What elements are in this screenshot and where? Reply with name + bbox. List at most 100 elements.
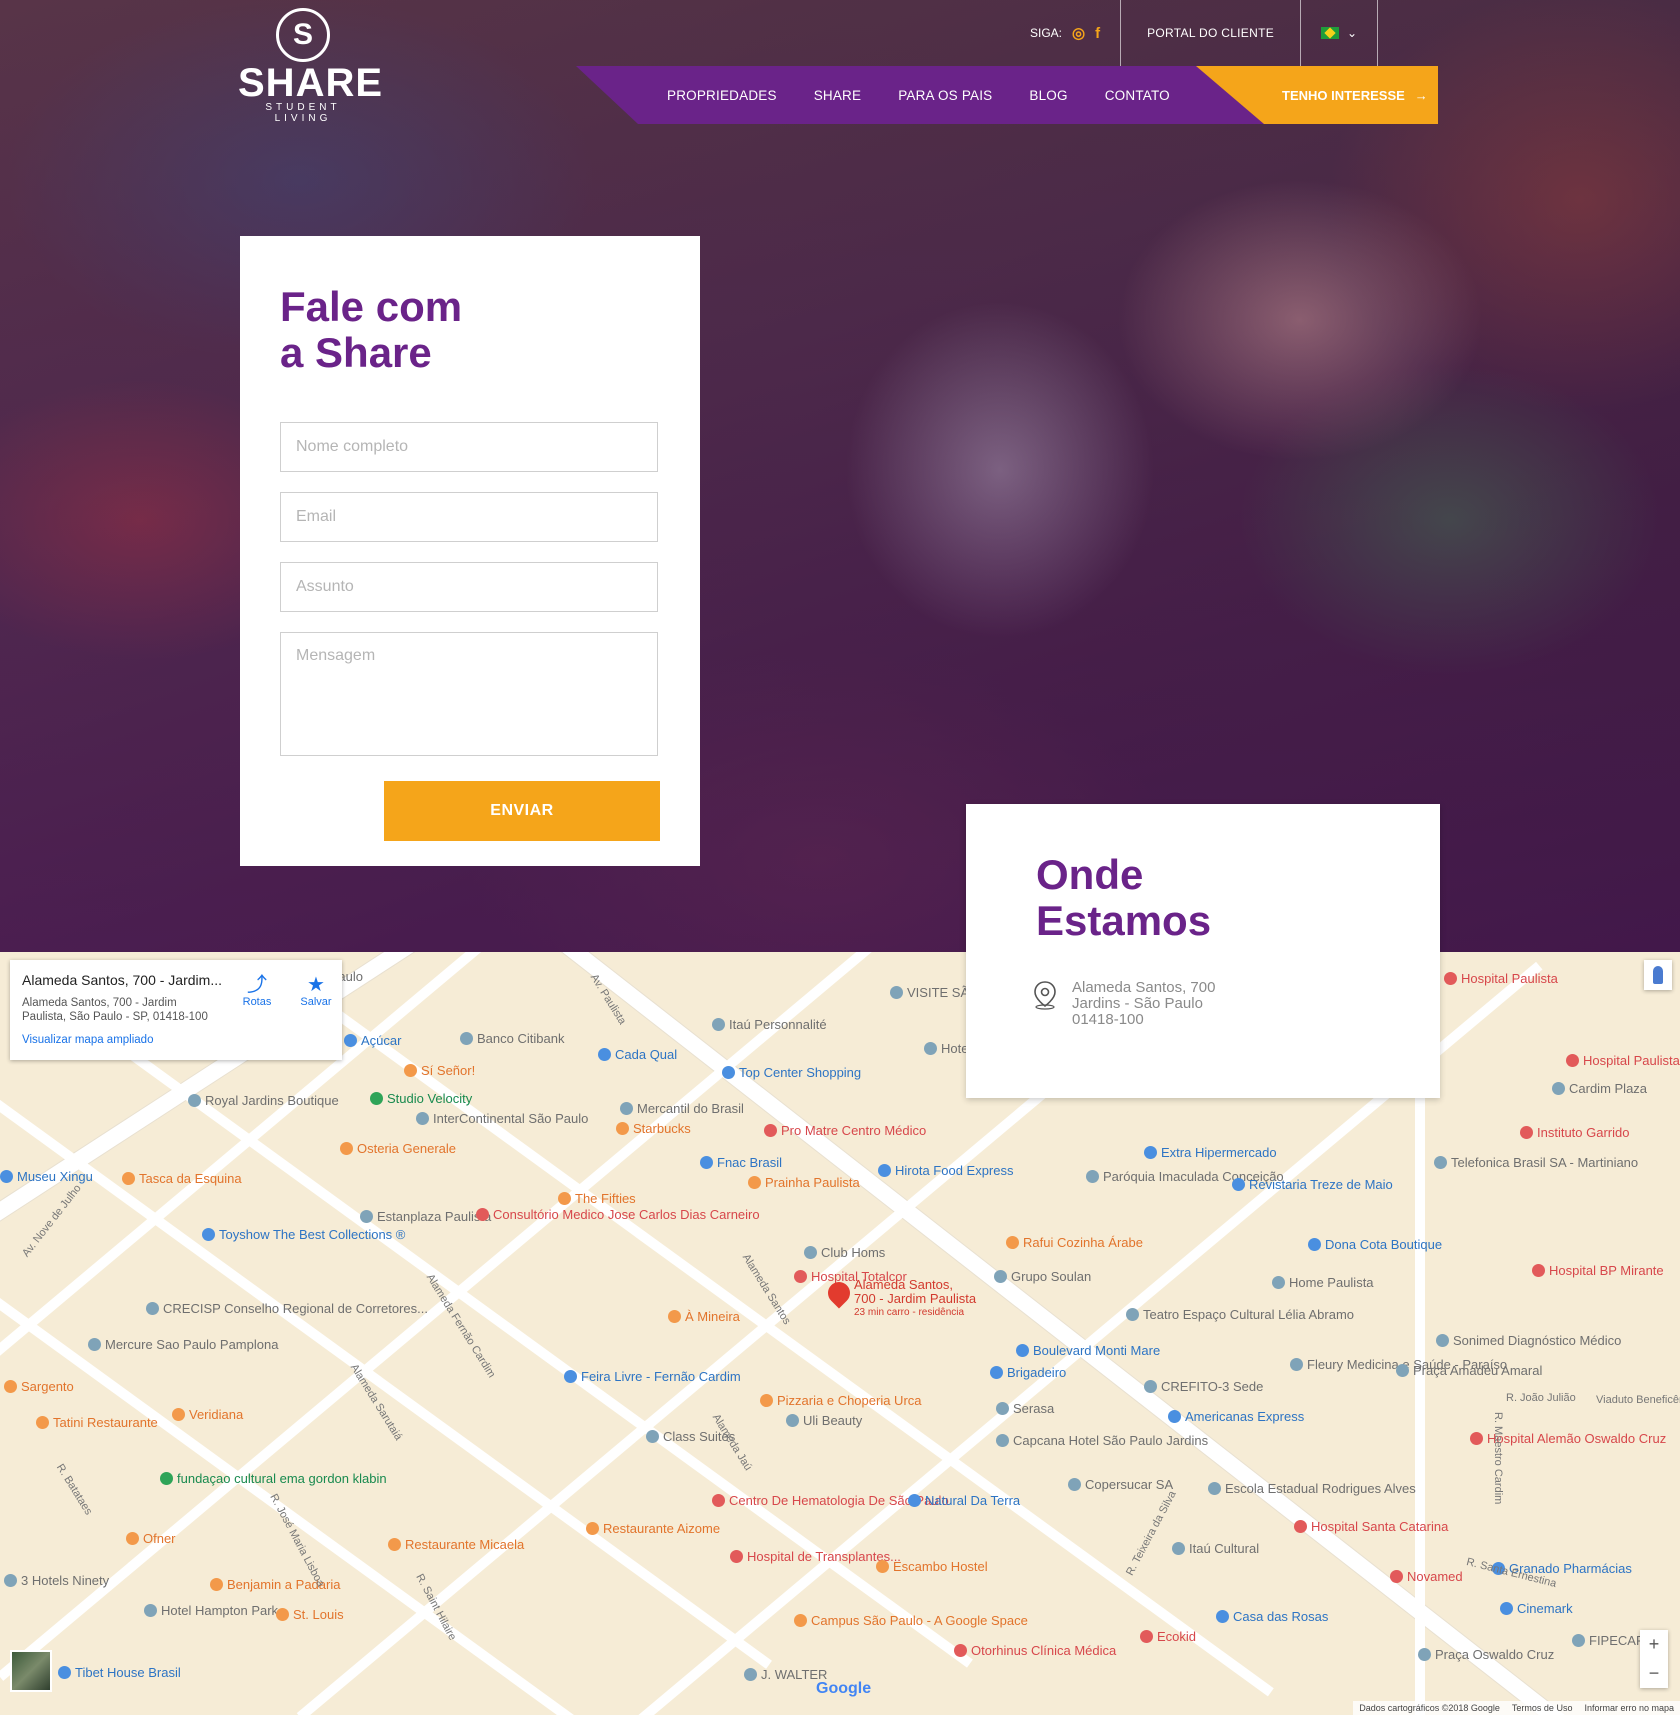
map-poi[interactable]: Natural Da Terra (908, 1494, 1020, 1508)
map-poi[interactable]: Itaú Personnalité (712, 1018, 827, 1032)
map-poi[interactable]: Cinemark (1500, 1602, 1573, 1616)
map-poi[interactable]: CREFITO-3 Sede (1144, 1380, 1263, 1394)
zoom-in-button[interactable]: + (1640, 1630, 1668, 1659)
map-poi[interactable]: Mercantil do Brasil (620, 1102, 744, 1116)
nav-item-share[interactable]: SHARE (814, 88, 862, 103)
map-poi[interactable]: Revistaria Treze de Maio (1232, 1178, 1393, 1192)
report-error-link[interactable]: Informar erro no mapa (1584, 1703, 1674, 1713)
logo[interactable]: S SHARE STUDENT LIVING (238, 8, 382, 124)
map-poi[interactable]: Uli Beauty (786, 1414, 862, 1428)
map-poi[interactable]: Brigadeiro (990, 1366, 1066, 1380)
map-poi[interactable]: Museu Xingu (0, 1170, 93, 1184)
send-button[interactable]: ENVIAR (384, 781, 660, 841)
map-poi[interactable]: Home Paulista (1272, 1276, 1374, 1290)
map-poi[interactable]: Estanplaza Paulista (360, 1210, 491, 1224)
map-poi[interactable]: Rafui Cozinha Árabe (1006, 1236, 1143, 1250)
map-poi[interactable]: Instituto Garrido (1520, 1126, 1630, 1140)
map-poi[interactable]: Copersucar SA (1068, 1478, 1173, 1492)
map-poi[interactable]: Capcana Hotel São Paulo Jardins (996, 1434, 1208, 1448)
satellite-toggle[interactable] (10, 1650, 52, 1692)
message-input[interactable] (280, 632, 658, 756)
map-poi[interactable]: Studio Velocity (370, 1092, 472, 1106)
nav-item-para-os-pais[interactable]: PARA OS PAIS (898, 88, 992, 103)
map-poi[interactable]: Tatini Restaurante (36, 1416, 158, 1430)
map-poi[interactable]: 3 Hotels Ninety (4, 1574, 109, 1588)
map-poi[interactable]: Americanas Express (1168, 1410, 1304, 1424)
map-poi[interactable]: Top Center Shopping (722, 1066, 861, 1080)
larger-map-link[interactable]: Visualizar mapa ampliado (22, 1034, 330, 1046)
map-poi[interactable]: Ofner (126, 1532, 176, 1546)
instagram-icon[interactable]: ◎ (1072, 24, 1085, 42)
map-poi[interactable]: Feira Livre - Fernão Cardim (564, 1370, 741, 1384)
map-poi[interactable]: The Fifties (558, 1192, 636, 1206)
map-poi[interactable]: Casa das Rosas (1216, 1610, 1328, 1624)
facebook-icon[interactable]: f (1095, 25, 1100, 42)
map-poi[interactable]: St. Louis (276, 1608, 344, 1622)
map-poi[interactable]: Teatro Espaço Cultural Lélia Abramo (1126, 1308, 1354, 1322)
map-poi[interactable]: Tibet House Brasil (58, 1666, 181, 1680)
map-poi[interactable]: InterContinental São Paulo (416, 1112, 588, 1126)
map-poi[interactable]: Hospital Santa Catarina (1294, 1520, 1448, 1534)
map-poi[interactable]: Sí Señor! (404, 1064, 475, 1078)
map-poi[interactable]: Pizzaria e Choperia Urca (760, 1394, 922, 1408)
map-poi[interactable]: Escola Estadual Rodrigues Alves (1208, 1482, 1416, 1496)
map-poi[interactable]: Toyshow The Best Collections ® (202, 1228, 405, 1242)
map-poi[interactable]: Itaú Cultural (1172, 1542, 1259, 1556)
map-poi[interactable]: Grupo Soulan (994, 1270, 1091, 1284)
map-poi[interactable]: Sargento (4, 1380, 74, 1394)
map-poi[interactable]: Osteria Generale (340, 1142, 456, 1156)
map-poi[interactable]: Campus São Paulo - A Google Space (794, 1614, 1028, 1628)
map-poi[interactable]: Serasa (996, 1402, 1054, 1416)
map-poi[interactable]: Hospital BP Mirante (1532, 1264, 1664, 1278)
map-poi[interactable]: Banco Citibank (460, 1032, 564, 1046)
map-poi[interactable]: Starbucks (616, 1122, 691, 1136)
map-poi[interactable]: Praça Amadeu Amaral (1396, 1364, 1542, 1378)
map-poi[interactable]: Hospital Paulistano (1566, 1054, 1680, 1068)
map-poi[interactable]: Telefonica Brasil SA - Martiniano (1434, 1156, 1638, 1170)
map-poi[interactable]: Veridiana (172, 1408, 243, 1422)
save-button[interactable]: ★ Salvar (291, 974, 341, 1008)
map-poi[interactable]: Hirota Food Express (878, 1164, 1014, 1178)
map-poi[interactable]: Escambo Hostel (876, 1560, 988, 1574)
map-poi[interactable]: Cada Qual (598, 1048, 677, 1062)
map-poi[interactable]: Pro Matre Centro Médico (764, 1124, 926, 1138)
map-poi[interactable]: Hospital Paulista (1444, 972, 1558, 986)
email-input[interactable] (280, 492, 658, 542)
terms-link[interactable]: Termos de Uso (1512, 1703, 1573, 1713)
map-poi[interactable]: FIPECAFI (1572, 1634, 1648, 1648)
map-poi[interactable]: Extra Hipermercado (1144, 1146, 1277, 1160)
language-selector[interactable]: ⌄ (1301, 26, 1377, 40)
map-poi[interactable]: Prainha Paulista (748, 1176, 860, 1190)
map-poi[interactable]: Praça Oswaldo Cruz (1418, 1648, 1554, 1662)
map-poi[interactable]: Club Homs (804, 1246, 885, 1260)
map-poi[interactable]: Boulevard Monti Mare (1016, 1344, 1160, 1358)
nav-item-propriedades[interactable]: PROPRIEDADES (667, 88, 777, 103)
portal-link[interactable]: PORTAL DO CLIENTE (1121, 26, 1300, 40)
map-poi[interactable]: Fnac Brasil (700, 1156, 782, 1170)
map-poi[interactable]: Cardim Plaza (1552, 1082, 1647, 1096)
map-poi[interactable]: Ecokid (1140, 1630, 1196, 1644)
map-poi[interactable]: Dona Cota Boutique (1308, 1238, 1442, 1252)
directions-button[interactable]: ⤴ Rotas (232, 974, 282, 1008)
map-poi[interactable]: Hotel Hampton Park (144, 1604, 278, 1618)
map-poi[interactable]: CRECISP Conselho Regional de Corretores.… (146, 1302, 428, 1316)
street-view-icon[interactable] (1644, 960, 1672, 990)
map-poi[interactable]: Royal Jardins Boutique (188, 1094, 339, 1108)
map-poi[interactable]: Novamed (1390, 1570, 1463, 1584)
nav-item-contato[interactable]: CONTATO (1105, 88, 1170, 103)
map-poi[interactable]: J. WALTER (744, 1668, 827, 1682)
map-poi[interactable]: Mercure Sao Paulo Pamplona (88, 1338, 278, 1352)
map-poi[interactable]: Restaurante Aizome (586, 1522, 720, 1536)
map-poi[interactable]: fundaçao cultural ema gordon klabin (160, 1472, 387, 1486)
nav-item-blog[interactable]: BLOG (1029, 88, 1067, 103)
name-input[interactable] (280, 422, 658, 472)
map-poi[interactable]: Consultório Medico Jose Carlos Dias Carn… (476, 1208, 760, 1222)
map-poi[interactable]: Restaurante Micaela (388, 1538, 524, 1552)
subject-input[interactable] (280, 562, 658, 612)
map-poi[interactable]: À Mineira (668, 1310, 740, 1324)
map-poi[interactable]: Tasca da Esquina (122, 1172, 242, 1186)
zoom-out-button[interactable]: − (1640, 1659, 1668, 1688)
map-poi[interactable]: Sonimed Diagnóstico Médico (1436, 1334, 1621, 1348)
map-poi[interactable]: Açúcar (344, 1034, 401, 1048)
map-poi[interactable]: Otorhinus Clínica Médica (954, 1644, 1116, 1658)
